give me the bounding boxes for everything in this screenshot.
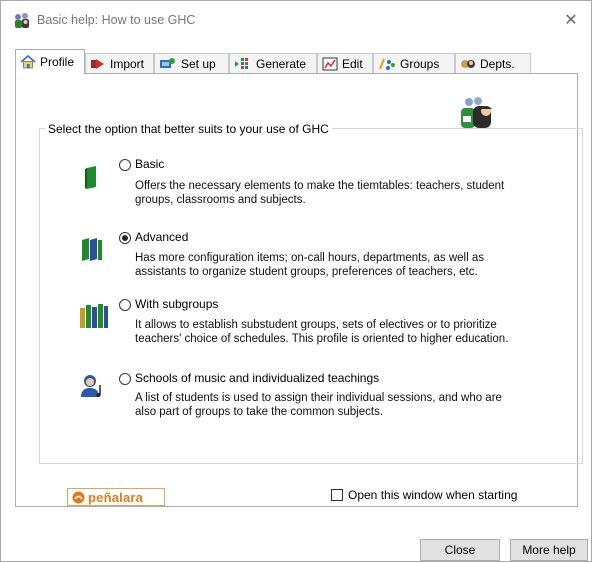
tab-setup[interactable]: Set up	[154, 53, 229, 73]
radio-music-schools[interactable]	[119, 373, 131, 385]
app-people-icon	[13, 12, 31, 30]
open-on-start-label[interactable]: Open this window when starting	[348, 488, 517, 502]
tab-profile[interactable]: Profile	[15, 49, 85, 74]
import-arrow-icon	[91, 58, 104, 69]
radio-with-subgroups[interactable]	[119, 299, 131, 311]
group-label: Select the option that better suits to y…	[45, 122, 332, 136]
open-on-start-checkbox[interactable]	[331, 489, 343, 501]
tab-label: Edit	[342, 56, 363, 71]
single-book-icon	[85, 166, 99, 193]
edit-chart-icon	[322, 57, 338, 70]
penalara-logo-icon	[72, 491, 85, 503]
tab-groups[interactable]: Groups	[373, 53, 455, 73]
option-basic-description: Offers the necessary elements to make th…	[135, 180, 505, 206]
groups-icon	[379, 58, 395, 70]
radio-advanced[interactable]	[119, 232, 131, 244]
tab-generate[interactable]: Generate	[229, 53, 317, 73]
more-help-button[interactable]: More help	[510, 539, 588, 561]
option-music-description: A list of students is used to assign the…	[135, 392, 502, 418]
logo-text: peñalara	[88, 489, 144, 505]
option-advanced-label[interactable]: Advanced	[135, 230, 188, 244]
window-title: Basic help: How to use GHC	[37, 13, 196, 27]
tab-label: Import	[110, 56, 145, 71]
tab-label: Profile	[40, 55, 75, 69]
departments-icon	[461, 59, 475, 68]
tab-label: Generate	[256, 56, 307, 71]
tab-label: Set up	[181, 56, 216, 71]
option-music-label[interactable]: Schools of music and individualized teac…	[135, 371, 379, 385]
many-books-icon	[80, 302, 108, 331]
help-window: Basic help: How to use GHC ✕ Profile Imp…	[0, 0, 592, 562]
tab-label: Depts.	[480, 56, 515, 71]
radio-basic[interactable]	[119, 159, 131, 171]
tab-edit[interactable]: Edit	[317, 53, 373, 73]
penalara-logo: peñalara	[67, 488, 165, 506]
setup-icon	[160, 57, 175, 68]
option-basic-label[interactable]: Basic	[135, 157, 164, 171]
tab-depts[interactable]: Depts.	[455, 53, 531, 73]
close-button[interactable]: Close	[420, 539, 500, 561]
generate-grid-icon	[235, 57, 248, 69]
tab-label: Groups	[400, 56, 440, 71]
option-subgroups-description: It allows to establish substudent groups…	[135, 319, 509, 345]
close-window-icon[interactable]: ✕	[561, 10, 581, 30]
option-advanced-description: Has more configuration items; on-call ho…	[135, 252, 484, 278]
music-teacher-icon	[79, 373, 105, 402]
two-books-icon	[80, 237, 104, 264]
tab-import[interactable]: Import	[85, 53, 154, 73]
title-bar: Basic help: How to use GHC ✕	[1, 1, 591, 41]
home-icon	[20, 55, 36, 69]
option-subgroups-label[interactable]: With subgroups	[135, 297, 218, 311]
